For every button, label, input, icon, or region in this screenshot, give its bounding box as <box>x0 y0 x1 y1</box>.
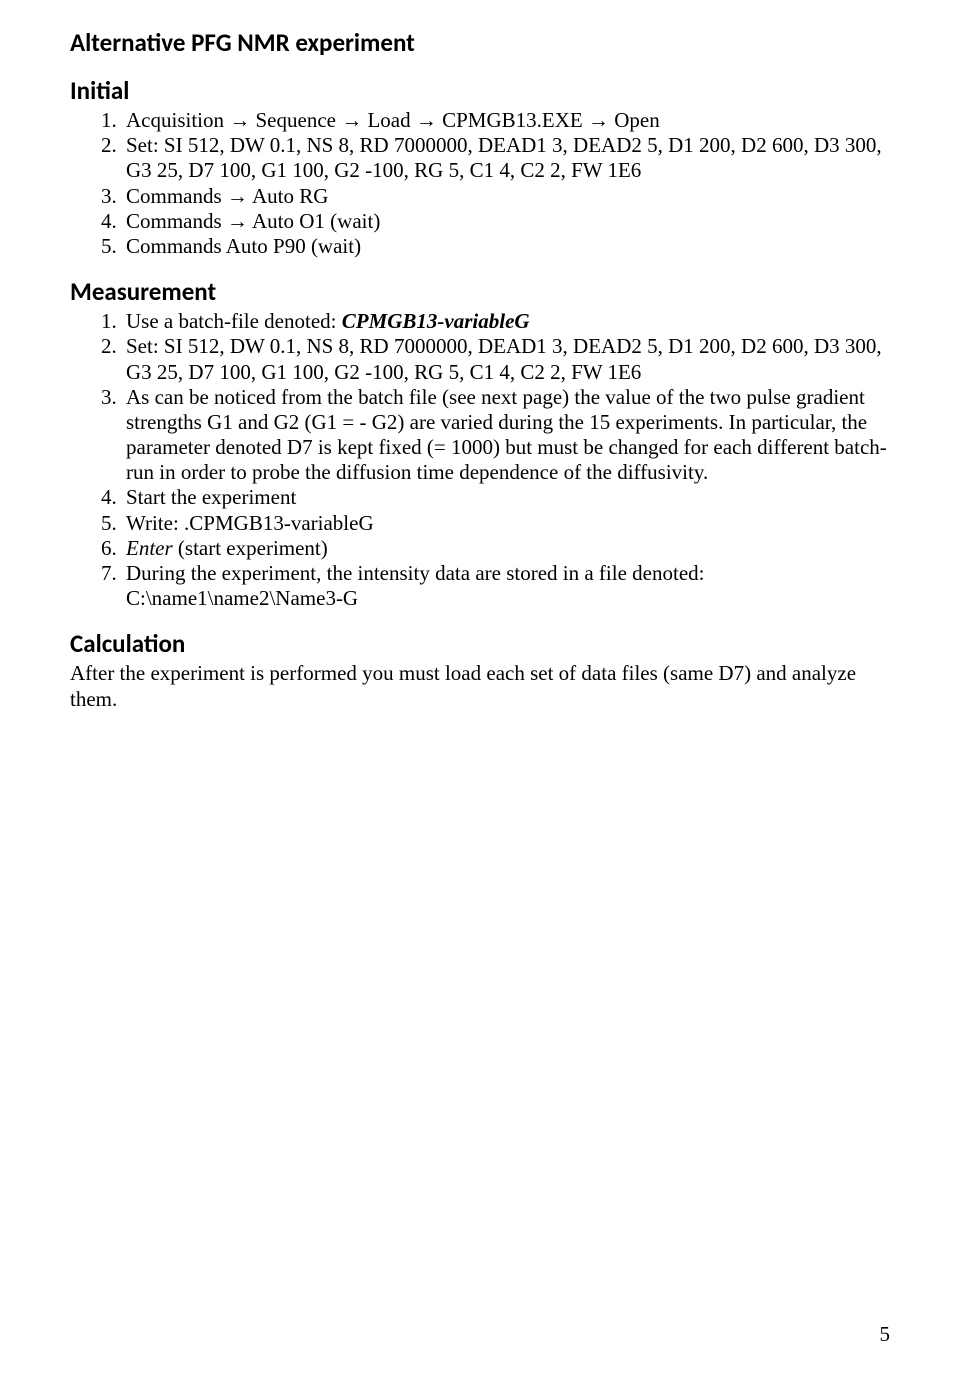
list-item: As can be noticed from the batch file (s… <box>122 385 890 486</box>
list-item: Write: .CPMGB13-variableG <box>122 511 890 536</box>
page-title: Alternative PFG NMR experiment <box>70 28 890 58</box>
list-item: Use a batch-file denoted: CPMGB13-variab… <box>122 309 890 334</box>
list-measurement: Use a batch-file denoted: CPMGB13-variab… <box>70 309 890 611</box>
heading-measurement: Measurement <box>70 277 890 307</box>
heading-calculation: Calculation <box>70 629 890 659</box>
list-item: During the experiment, the intensity dat… <box>122 561 890 611</box>
text: Use a batch-file denoted: <box>126 309 342 333</box>
list-item: Acquisition → Sequence → Load → CPMGB13.… <box>122 108 890 133</box>
list-item: Start the experiment <box>122 485 890 510</box>
batch-file-name: CPMGB13-variableG <box>342 309 530 333</box>
heading-initial: Initial <box>70 76 890 106</box>
enter-command: Enter <box>126 536 173 560</box>
list-item: Commands Auto P90 (wait) <box>122 234 890 259</box>
calculation-body: After the experiment is performed you mu… <box>70 661 890 711</box>
list-item: Set: SI 512, DW 0.1, NS 8, RD 7000000, D… <box>122 334 890 384</box>
list-item: Set: SI 512, DW 0.1, NS 8, RD 7000000, D… <box>122 133 890 183</box>
list-item: Commands → Auto O1 (wait) <box>122 209 890 234</box>
list-initial: Acquisition → Sequence → Load → CPMGB13.… <box>70 108 890 259</box>
list-item: Enter (start experiment) <box>122 536 890 561</box>
page-number: 5 <box>880 1322 891 1347</box>
text: (start experiment) <box>173 536 328 560</box>
list-item: Commands → Auto RG <box>122 184 890 209</box>
